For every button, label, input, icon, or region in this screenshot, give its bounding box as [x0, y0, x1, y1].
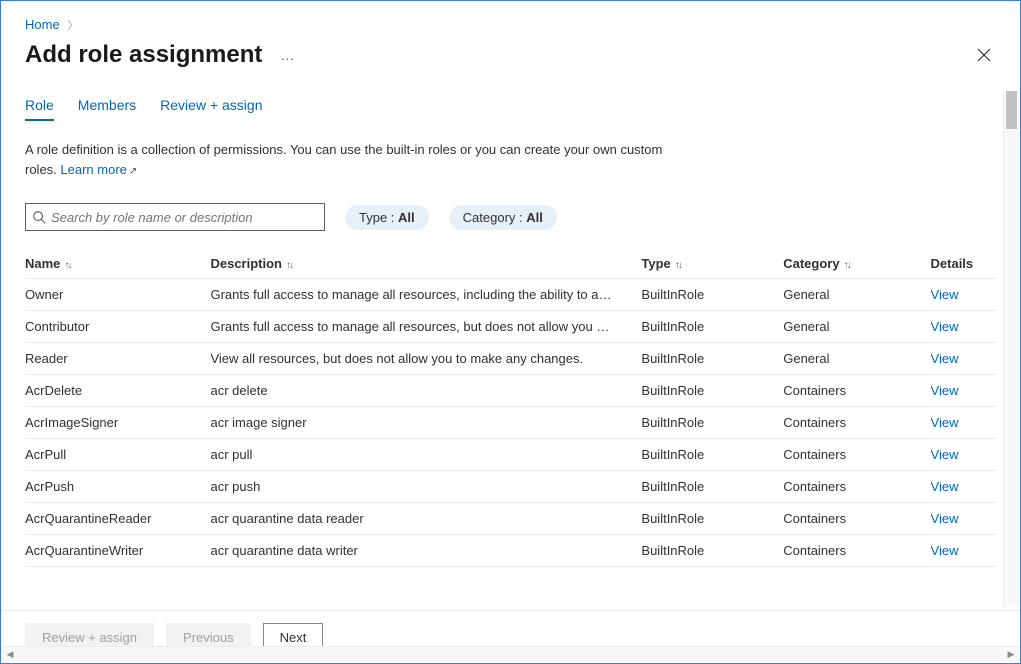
role-description: acr quarantine data reader	[210, 503, 641, 535]
role-type: BuiltInRole	[641, 471, 783, 503]
scroll-right-icon[interactable]: ▶	[1003, 649, 1019, 660]
col-details: Details	[931, 249, 996, 279]
search-input[interactable]	[51, 210, 318, 225]
view-link[interactable]: View	[931, 511, 959, 526]
table-row[interactable]: AcrPushacr pushBuiltInRoleContainersView	[25, 471, 996, 503]
role-description: acr pull	[210, 439, 641, 471]
learn-more-link[interactable]: Learn more↗	[60, 162, 137, 177]
role-category: General	[783, 343, 930, 375]
view-link[interactable]: View	[931, 351, 959, 366]
vertical-scrollbar[interactable]	[1003, 91, 1019, 607]
filter-type[interactable]: Type : All	[345, 205, 429, 230]
role-type: BuiltInRole	[641, 535, 783, 567]
intro-text: A role definition is a collection of per…	[25, 140, 665, 179]
role-name: Contributor	[25, 311, 210, 343]
search-input-wrapper[interactable]	[25, 203, 325, 231]
role-type: BuiltInRole	[641, 439, 783, 471]
table-row[interactable]: AcrDeleteacr deleteBuiltInRoleContainers…	[25, 375, 996, 407]
horizontal-scrollbar[interactable]: ◀ ▶	[2, 646, 1019, 662]
external-link-icon: ↗	[129, 166, 137, 177]
tab-members[interactable]: Members	[78, 97, 136, 121]
table-row[interactable]: AcrQuarantineWriteracr quarantine data w…	[25, 535, 996, 567]
table-header-row: Name↑↓ Description↑↓ Type↑↓ Category↑↓ D…	[25, 249, 996, 279]
role-description: Grants full access to manage all resourc…	[210, 279, 641, 311]
sort-icon: ↑↓	[64, 260, 70, 271]
role-name: AcrPull	[25, 439, 210, 471]
table-row[interactable]: ContributorGrants full access to manage …	[25, 311, 996, 343]
role-description: acr delete	[210, 375, 641, 407]
role-category: Containers	[783, 439, 930, 471]
page-title: Add role assignment	[25, 41, 262, 69]
role-description: acr push	[210, 471, 641, 503]
role-category: General	[783, 311, 930, 343]
scroll-left-icon[interactable]: ◀	[2, 649, 18, 660]
table-row[interactable]: AcrQuarantineReaderacr quarantine data r…	[25, 503, 996, 535]
role-name: AcrPush	[25, 471, 210, 503]
role-description: acr quarantine data writer	[210, 535, 641, 567]
col-description[interactable]: Description↑↓	[210, 249, 641, 279]
roles-table: Name↑↓ Description↑↓ Type↑↓ Category↑↓ D…	[25, 249, 996, 567]
role-description: acr image signer	[210, 407, 641, 439]
tab-role[interactable]: Role	[25, 97, 54, 121]
role-name: Owner	[25, 279, 210, 311]
view-link[interactable]: View	[931, 383, 959, 398]
role-type: BuiltInRole	[641, 311, 783, 343]
view-link[interactable]: View	[931, 543, 959, 558]
breadcrumb: Home 〉	[1, 1, 1020, 33]
close-button[interactable]	[972, 43, 996, 67]
tabs: Role Members Review + assign	[25, 97, 996, 122]
close-icon	[977, 48, 991, 62]
chevron-right-icon: 〉	[67, 20, 78, 32]
role-description: Grants full access to manage all resourc…	[210, 311, 641, 343]
role-category: Containers	[783, 535, 930, 567]
table-row[interactable]: ReaderView all resources, but does not a…	[25, 343, 996, 375]
view-link[interactable]: View	[931, 447, 959, 462]
role-name: AcrImageSigner	[25, 407, 210, 439]
role-category: General	[783, 279, 930, 311]
role-name: AcrQuarantineWriter	[25, 535, 210, 567]
col-name[interactable]: Name↑↓	[25, 249, 210, 279]
col-category[interactable]: Category↑↓	[783, 249, 930, 279]
sort-icon: ↑↓	[844, 260, 850, 271]
view-link[interactable]: View	[931, 479, 959, 494]
role-description: View all resources, but does not allow y…	[210, 343, 641, 375]
table-row[interactable]: OwnerGrants full access to manage all re…	[25, 279, 996, 311]
role-type: BuiltInRole	[641, 503, 783, 535]
table-row[interactable]: AcrImageSigneracr image signerBuiltInRol…	[25, 407, 996, 439]
sort-icon: ↑↓	[286, 260, 292, 271]
view-link[interactable]: View	[931, 319, 959, 334]
sort-icon: ↑↓	[675, 260, 681, 271]
tab-review-assign[interactable]: Review + assign	[160, 97, 262, 121]
role-category: Containers	[783, 503, 930, 535]
role-type: BuiltInRole	[641, 343, 783, 375]
breadcrumb-home[interactable]: Home	[25, 17, 60, 32]
role-type: BuiltInRole	[641, 279, 783, 311]
role-name: Reader	[25, 343, 210, 375]
view-link[interactable]: View	[931, 415, 959, 430]
scrollbar-thumb[interactable]	[1006, 91, 1017, 129]
table-row[interactable]: AcrPullacr pullBuiltInRoleContainersView	[25, 439, 996, 471]
col-type[interactable]: Type↑↓	[641, 249, 783, 279]
search-icon	[32, 210, 46, 224]
role-name: AcrDelete	[25, 375, 210, 407]
filter-category[interactable]: Category : All	[449, 205, 557, 230]
view-link[interactable]: View	[931, 287, 959, 302]
role-category: Containers	[783, 375, 930, 407]
role-type: BuiltInRole	[641, 375, 783, 407]
more-actions-button[interactable]: …	[276, 45, 299, 65]
role-name: AcrQuarantineReader	[25, 503, 210, 535]
role-category: Containers	[783, 471, 930, 503]
role-category: Containers	[783, 407, 930, 439]
role-type: BuiltInRole	[641, 407, 783, 439]
